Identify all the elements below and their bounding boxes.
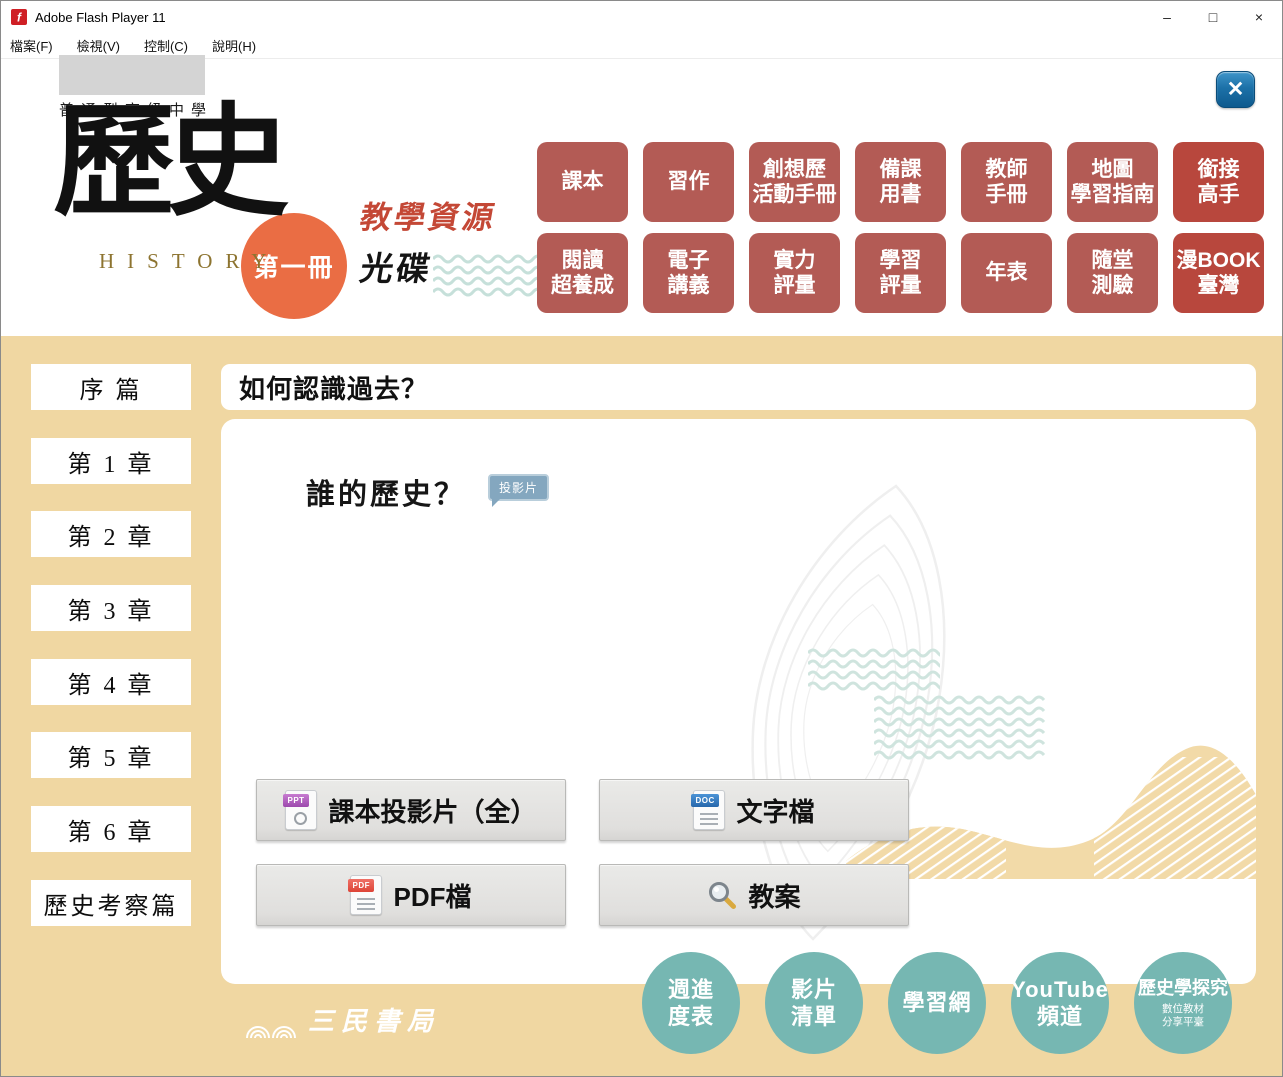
tagline-disc: 光碟 bbox=[357, 242, 437, 290]
sanmin-arches-icon bbox=[244, 1012, 298, 1038]
titlebar: f Adobe Flash Player 11 – □ × bbox=[1, 1, 1282, 33]
sidebar-item-preface[interactable]: 序 篇 bbox=[31, 364, 191, 410]
close-button[interactable]: × bbox=[1236, 1, 1282, 33]
maximize-button[interactable]: □ bbox=[1190, 1, 1236, 33]
video-list-circle[interactable]: 影片 清單 bbox=[765, 952, 863, 1054]
learning-site-circle[interactable]: 學習網 bbox=[888, 952, 986, 1054]
window-title: Adobe Flash Player 11 bbox=[35, 10, 166, 25]
tagline-resources: 教學資源 bbox=[357, 192, 501, 237]
teal-wave-pattern-small bbox=[808, 647, 940, 693]
file-button-label: 文字檔 bbox=[736, 792, 814, 829]
sidebar-item-chapter2[interactable]: 第 2 章 bbox=[31, 511, 191, 557]
minimize-button[interactable]: – bbox=[1144, 1, 1190, 33]
section-header: 如何認識過去？ bbox=[221, 364, 1256, 410]
resource-button-ability-test[interactable]: 實力 評量 bbox=[749, 233, 840, 313]
resource-button-quiz[interactable]: 隨堂 測驗 bbox=[1067, 233, 1158, 313]
slides-tag: 投影片 bbox=[488, 474, 549, 501]
publisher-logo: 三民書局 bbox=[244, 1001, 440, 1038]
teal-wave-decoration bbox=[433, 253, 548, 299]
pdf-file-icon: PDF bbox=[350, 875, 382, 915]
pdf-file-button[interactable]: PDF PDF檔 bbox=[256, 864, 566, 926]
flash-player-icon: f bbox=[11, 9, 27, 25]
resource-button-workbook[interactable]: 習作 bbox=[643, 142, 734, 222]
file-button-label: 教案 bbox=[748, 877, 800, 914]
resource-button-e-lecture[interactable]: 電子 講義 bbox=[643, 233, 734, 313]
sidebar-item-chapter3[interactable]: 第 3 章 bbox=[31, 585, 191, 631]
section-title: 如何認識過去？ bbox=[239, 369, 428, 406]
app-exit-button[interactable]: ✕ bbox=[1216, 71, 1255, 108]
history-inquiry-circle[interactable]: 歷史學探究 數位教材 分享平臺 bbox=[1134, 952, 1232, 1054]
sidebar-item-field-study[interactable]: 歷史考察篇 bbox=[31, 880, 191, 926]
resource-button-manbook-taiwan[interactable]: 漫BOOK 臺灣 bbox=[1173, 233, 1264, 313]
lesson-plan-button[interactable]: 教案 bbox=[599, 864, 909, 926]
sidebar-item-chapter1[interactable]: 第 1 章 bbox=[31, 438, 191, 484]
flash-player-window: f Adobe Flash Player 11 – □ × 檔案(F) 檢視(V… bbox=[0, 0, 1283, 1077]
resource-button-learning-test[interactable]: 學習 評量 bbox=[855, 233, 946, 313]
menu-file[interactable]: 檔案(F) bbox=[10, 36, 53, 55]
masthead: 普通型高級中學 ✕ 歷史 HISTORY 第一冊 教學資源 光碟 課本 習作 創… bbox=[1, 59, 1282, 336]
ppt-file-icon: PPT bbox=[285, 790, 317, 830]
subject-title-en: HISTORY bbox=[99, 249, 279, 274]
file-button-label: 課本投影片（全） bbox=[328, 792, 536, 829]
publisher-name: 三民書局 bbox=[308, 1001, 440, 1038]
doc-file-icon: DOC bbox=[693, 790, 725, 830]
textbook-slides-all-button[interactable]: PPT 課本投影片（全） bbox=[256, 779, 566, 841]
sidebar-item-chapter5[interactable]: 第 5 章 bbox=[31, 732, 191, 778]
menu-control[interactable]: 控制(C) bbox=[144, 36, 188, 55]
resource-button-lesson-prep[interactable]: 備課 用書 bbox=[855, 142, 946, 222]
text-file-button[interactable]: DOC 文字檔 bbox=[599, 779, 909, 841]
redacted-logo-block bbox=[59, 55, 205, 95]
resource-button-timeline[interactable]: 年表 bbox=[961, 233, 1052, 313]
menu-view[interactable]: 檢視(V) bbox=[77, 36, 120, 55]
topic-title: 誰的歷史？ bbox=[306, 471, 466, 513]
magnifier-icon bbox=[707, 880, 737, 910]
resource-button-reading[interactable]: 閱讀 超養成 bbox=[537, 233, 628, 313]
resource-button-textbook[interactable]: 課本 bbox=[537, 142, 628, 222]
subject-title: 歷史 bbox=[53, 103, 281, 225]
resource-button-map-guide[interactable]: 地圖 學習指南 bbox=[1067, 142, 1158, 222]
content-panel: 誰的歷史？ 投影片 PPT 課本投影片（全） DOC 文字檔 PDF PDF檔 bbox=[221, 419, 1256, 984]
menu-help[interactable]: 說明(H) bbox=[212, 36, 256, 55]
sidebar-item-chapter4[interactable]: 第 4 章 bbox=[31, 659, 191, 705]
resource-button-bridging[interactable]: 銜接 高手 bbox=[1173, 142, 1264, 222]
weekly-schedule-circle[interactable]: 週進 度表 bbox=[642, 952, 740, 1054]
topic-row: 誰的歷史？ 投影片 bbox=[306, 471, 549, 513]
youtube-channel-circle[interactable]: YouTube 頻道 bbox=[1011, 952, 1109, 1054]
file-button-label: PDF檔 bbox=[393, 877, 471, 914]
resource-button-teacher-manual[interactable]: 教師 手冊 bbox=[961, 142, 1052, 222]
sidebar-item-chapter6[interactable]: 第 6 章 bbox=[31, 806, 191, 852]
resource-button-grid: 課本 習作 創想歷 活動手冊 備課 用書 教師 手冊 地圖 學習指南 銜接 高手… bbox=[537, 142, 1264, 313]
resource-button-activity-handbook[interactable]: 創想歷 活動手冊 bbox=[749, 142, 840, 222]
